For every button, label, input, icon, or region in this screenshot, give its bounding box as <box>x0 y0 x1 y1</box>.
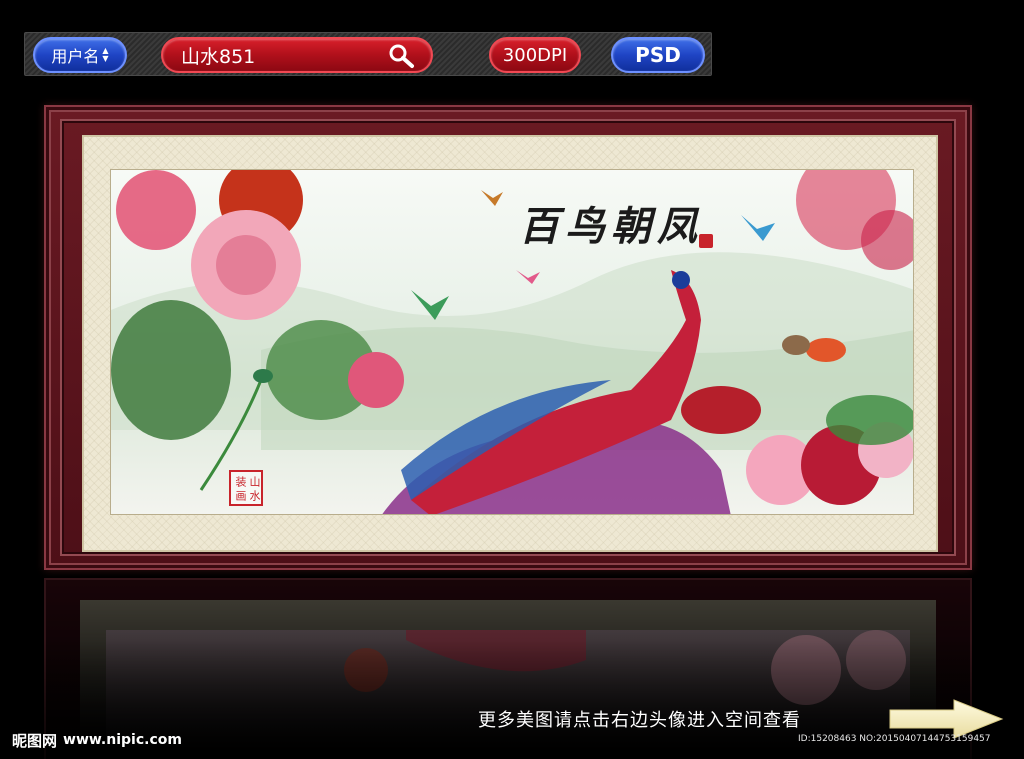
search-icon[interactable] <box>387 43 415 69</box>
brand-site: www.nipic.com <box>63 732 182 748</box>
title-seal <box>699 234 713 248</box>
sort-arrows-icon: ▲ ▼ <box>102 46 109 63</box>
user-dropdown-button[interactable]: 用户名 ▲ ▼ <box>33 37 127 73</box>
brand-name: 昵图网 <box>12 731 58 750</box>
user-dropdown-label: 用户名 <box>51 47 100 66</box>
search-value: 山水851 <box>181 45 256 68</box>
artist-seal: 装 山 画 水 <box>229 470 263 506</box>
dpi-button[interactable]: 300DPI <box>489 37 581 73</box>
painting-title: 百鸟朝凤 <box>519 203 703 250</box>
painting-image[interactable]: 百鸟朝凤 装 山 画 水 <box>110 169 914 515</box>
seal-char: 装 <box>234 475 247 487</box>
search-field[interactable]: 山水851 <box>161 37 433 73</box>
painting-artwork <box>111 170 913 514</box>
dpi-label: 300DPI <box>502 44 568 66</box>
seal-char: 水 <box>248 489 261 501</box>
picture-frame: 百鸟朝凤 装 山 画 水 <box>44 105 972 570</box>
top-toolbar: 用户名 ▲ ▼ 山水851 300DPI PSD <box>24 32 712 76</box>
image-id: ID:15208463 NO:20150407144753159457 <box>798 734 991 744</box>
format-button[interactable]: PSD <box>611 37 705 73</box>
seal-char: 山 <box>248 475 261 487</box>
seal-char: 画 <box>234 489 247 501</box>
promo-text: 更多美图请点击右边头像进入空间查看 <box>478 710 801 731</box>
painting-mat: 百鸟朝凤 装 山 画 水 <box>82 135 938 552</box>
site-brand[interactable]: 昵图网 www.nipic.com <box>12 729 182 751</box>
format-label: PSD <box>635 43 681 67</box>
